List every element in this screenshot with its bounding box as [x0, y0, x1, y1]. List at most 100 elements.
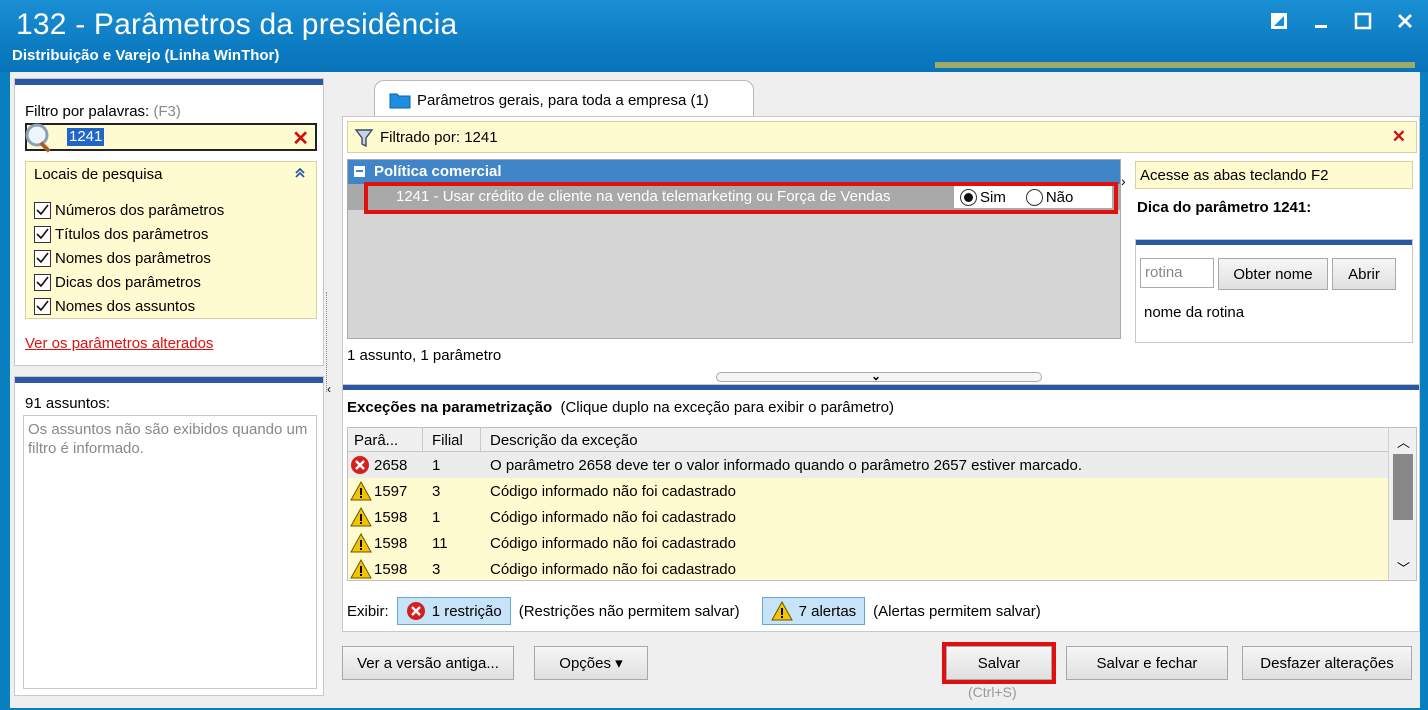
undo-changes-button[interactable]: Desfazer alterações [1242, 646, 1412, 680]
search-input[interactable]: 1241 ✕ [25, 123, 317, 153]
alerts-toggle-button[interactable]: 7 alertas [761, 597, 866, 625]
filter-hotkey-hint: (F3) [153, 103, 181, 120]
checkbox-numeros[interactable]: Números dos parâmetros [34, 198, 224, 222]
row-param: 1598 [374, 535, 408, 552]
warning-icon [350, 506, 372, 531]
titlebar-decoration [935, 62, 1415, 68]
maximize-icon[interactable] [1350, 8, 1376, 34]
parameter-tip-title: Dica do parâmetro 1241: [1137, 199, 1312, 216]
table-row[interactable]: 1598 11 Código informado não foi cadastr… [348, 530, 1388, 556]
save-shortcut-hint: (Ctrl+S) [968, 684, 1017, 700]
row-desc: Código informado não foi cadastrado [490, 535, 736, 552]
checkbox-label: Nomes dos assuntos [55, 297, 196, 315]
row-param: 2658 [374, 457, 408, 474]
table-row[interactable]: 2658 1 O parâmetro 2658 deve ter o valor… [348, 452, 1388, 478]
row-param: 1597 [374, 483, 408, 500]
save-and-close-button[interactable]: Salvar e fechar [1066, 646, 1228, 680]
search-locations-title: Locais de pesquisa [34, 166, 163, 183]
checkbox-checked-icon[interactable] [34, 225, 51, 243]
group-title: Política comercial [374, 163, 502, 180]
scroll-down-icon[interactable]: ﹀ [1397, 558, 1410, 577]
checkbox-checked-icon[interactable] [34, 273, 51, 291]
checkbox-dicas[interactable]: Dicas dos parâmetros [34, 270, 224, 294]
search-value[interactable]: 1241 [67, 128, 105, 146]
search-icon [23, 121, 55, 157]
tab-parametros-gerais[interactable]: Parâmetros gerais, para toda a empresa (… [374, 80, 754, 116]
clear-search-icon[interactable]: ✕ [292, 126, 309, 151]
collapse-icon[interactable] [294, 166, 306, 183]
panel-accent-bar [15, 377, 323, 383]
error-icon [406, 602, 425, 620]
close-icon[interactable] [1392, 8, 1418, 34]
window-controls [1266, 8, 1418, 34]
error-icon [350, 455, 370, 479]
chevron-right-icon[interactable]: › [1121, 173, 1131, 233]
collapse-group-icon[interactable] [354, 166, 365, 177]
scroll-up-icon[interactable]: ︿ [1397, 432, 1410, 451]
table-row[interactable]: 1597 3 Código informado não foi cadastra… [348, 478, 1388, 504]
column-header-param[interactable]: Parâ... [354, 432, 398, 449]
row-filial: 3 [432, 561, 441, 578]
funnel-icon [354, 128, 374, 152]
parameters-summary: 1 assunto, 1 parâmetro [347, 347, 502, 364]
row-filial: 11 [432, 535, 448, 552]
row-filial: 3 [432, 483, 441, 500]
highlight-save-button [942, 642, 1056, 684]
group-header[interactable]: Política comercial [348, 160, 1120, 184]
vertical-splitter[interactable]: ‹ [326, 292, 334, 396]
row-filial: 1 [432, 509, 441, 526]
table-row[interactable]: 1598 3 Código informado não foi cadastra… [348, 556, 1388, 580]
row-param: 1598 [374, 561, 408, 578]
restore-layout-icon[interactable] [1266, 8, 1292, 34]
window-subtitle: Distribuição e Varejo (Linha WinThor) [12, 47, 280, 64]
routine-panel: rotina Obter nome Abrir nome da rotina [1135, 239, 1413, 343]
warning-icon [350, 532, 372, 557]
checkbox-assuntos[interactable]: Nomes dos assuntos [34, 294, 224, 318]
row-filial: 1 [432, 457, 441, 474]
exceptions-header: Exceções na parametrização (Clique duplo… [347, 399, 894, 416]
warning-icon [770, 601, 793, 621]
panel-accent-bar [15, 79, 323, 85]
checkbox-checked-icon[interactable] [34, 297, 51, 315]
minimize-icon[interactable] [1308, 8, 1334, 34]
routine-name: nome da rotina [1144, 304, 1245, 321]
old-version-button[interactable]: Ver a versão antiga... [342, 646, 514, 680]
checkbox-titulos[interactable]: Títulos dos parâmetros [34, 222, 224, 246]
exceptions-grid: Parâ... Filial Descrição da exceção 2658… [347, 427, 1417, 581]
table-row[interactable]: 1598 1 Código informado não foi cadastra… [348, 504, 1388, 530]
folder-icon [389, 91, 411, 113]
panel-accent-bar [343, 385, 1419, 390]
scroll-thumb[interactable] [1393, 454, 1413, 520]
chevron-left-icon[interactable]: ‹ [327, 382, 331, 396]
panel-accent-bar [1136, 240, 1412, 245]
open-button[interactable]: Abrir [1332, 258, 1396, 290]
restrictions-toggle-button[interactable]: 1 restrição [396, 597, 511, 625]
checkbox-label: Nomes dos parâmetros [55, 249, 211, 267]
checkbox-label: Números dos parâmetros [55, 201, 225, 219]
column-header-desc[interactable]: Descrição da exceção [490, 432, 638, 449]
subjects-list[interactable]: Os assuntos não são exibidos quando um f… [23, 415, 317, 689]
warning-icon [350, 480, 372, 505]
get-name-button[interactable]: Obter nome [1218, 258, 1328, 290]
options-button[interactable]: Opções ▾ [534, 646, 648, 680]
restrictions-note: (Restrições não permitem salvar) [518, 602, 740, 620]
filter-status-bar: Filtrado por: 1241 ✕ [347, 121, 1417, 153]
vertical-scrollbar[interactable]: ︿ ﹀ [1388, 428, 1416, 580]
exceptions-subtitle: (Clique duplo na exceção para exibir o p… [560, 399, 894, 416]
routine-input[interactable]: rotina [1140, 258, 1214, 288]
row-desc: Código informado não foi cadastrado [490, 509, 736, 526]
exceptions-panel: Exceções na parametrização (Clique duplo… [342, 384, 1420, 632]
checkbox-checked-icon[interactable] [34, 249, 51, 267]
window-titlebar: 132 - Parâmetros da presidência Distribu… [0, 0, 1428, 72]
horizontal-splitter[interactable]: ⌄ [716, 369, 1042, 383]
column-header-filial[interactable]: Filial [432, 432, 463, 449]
row-desc: Código informado não foi cadastrado [490, 483, 736, 500]
row-desc: O parâmetro 2658 deve ter o valor inform… [490, 457, 1083, 474]
clear-filter-icon[interactable]: ✕ [1392, 127, 1406, 147]
checkbox-nomes[interactable]: Nomes dos parâmetros [34, 246, 224, 270]
altered-params-link[interactable]: Ver os parâmetros alterados [25, 335, 213, 352]
highlight-parameter-row [364, 182, 1118, 214]
checkbox-checked-icon[interactable] [34, 201, 51, 219]
chevron-down-icon[interactable]: ⌄ [871, 369, 881, 383]
alerts-count: 7 alertas [798, 602, 857, 620]
